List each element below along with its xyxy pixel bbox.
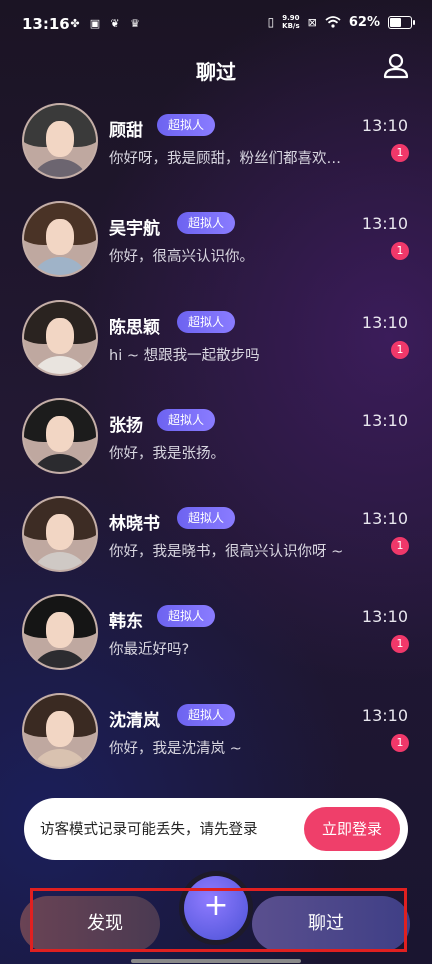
- ai-badge: 超拟人: [177, 703, 236, 726]
- avatar-face: [46, 612, 74, 649]
- conversation-row[interactable]: 林晓书 超拟人 13:10 你好，我是晓书，很高兴认识你呀 ~ 1: [0, 486, 432, 584]
- conversation-row[interactable]: 顾甜 超拟人 13:10 你好呀，我是顾甜，粉丝们都喜欢… 1: [0, 93, 432, 191]
- unread-badge: 1: [391, 340, 409, 359]
- profile-icon[interactable]: [382, 52, 410, 80]
- highlight-annotation: [30, 888, 407, 952]
- last-message: 你好呀，我是顾甜，粉丝们都喜欢…: [109, 151, 341, 167]
- leaf-icon: ❦: [110, 16, 120, 30]
- conversation-row[interactable]: 韩东 超拟人 13:10 你最近好吗? 1: [0, 584, 432, 682]
- contact-name: 沈清岚: [109, 710, 160, 731]
- contact-name: 顾甜: [109, 121, 143, 141]
- message-time: 13:10: [361, 214, 408, 234]
- last-message: 你好，我是张扬。: [109, 445, 225, 462]
- avatar-face: [46, 317, 74, 354]
- avatar-body: [30, 650, 90, 669]
- last-message: 你好，我是沈清岚 ~: [109, 740, 242, 757]
- message-time: 13:10: [361, 116, 408, 135]
- avatar-face: [46, 415, 74, 452]
- unread-badge: 1: [391, 635, 409, 654]
- avatar[interactable]: [22, 692, 98, 769]
- avatar[interactable]: [22, 594, 98, 671]
- ai-badge: 超拟人: [177, 212, 236, 235]
- message-time: 13:10: [361, 312, 408, 332]
- header: 聊过: [0, 52, 432, 88]
- conversation-row[interactable]: 沈清岚 超拟人 13:10 你好，我是沈清岚 ~ 1: [0, 683, 432, 781]
- conversation-list: 顾甜 超拟人 13:10 你好呀，我是顾甜，粉丝们都喜欢… 1 吴宇航 超拟人 …: [0, 93, 432, 781]
- avatar[interactable]: [22, 103, 98, 179]
- notification-icons: ✤ ▣ ❦ ♛: [68, 16, 142, 30]
- app-icon: ▣: [89, 16, 101, 30]
- unread-badge: 1: [391, 144, 409, 162]
- vibrate-icon: ▯: [267, 15, 275, 29]
- last-message: 你好，很高兴认识你。: [109, 249, 254, 266]
- battery-percent: 62%: [348, 14, 380, 30]
- ai-badge: 超拟人: [157, 114, 216, 136]
- message-time: 13:10: [361, 607, 408, 627]
- contact-name: 吴宇航: [109, 219, 160, 240]
- avatar-body: [30, 552, 90, 571]
- status-bar: 13:16 ✤ ▣ ❦ ♛ ▯ 9.90 KB/s ⊠ 62%: [0, 0, 432, 52]
- net-speed-value: 9.90: [282, 14, 300, 22]
- net-speed: 9.90 KB/s: [282, 14, 299, 30]
- avatar-face: [46, 514, 74, 551]
- contact-name: 韩东: [109, 612, 143, 633]
- avatar-body: [30, 355, 90, 374]
- guest-mode-toast: 访客模式记录可能丢失，请先登录 立即登录: [24, 798, 408, 860]
- wifi-icon: [325, 16, 341, 28]
- last-message: hi ~ 想跟我一起散步吗: [109, 347, 260, 364]
- conversation-row[interactable]: 吴宇航 超拟人 13:10 你好，很高兴认识你。 1: [0, 191, 432, 289]
- login-now-button[interactable]: 立即登录: [304, 807, 400, 851]
- ai-badge: 超拟人: [157, 605, 216, 628]
- conversation-row[interactable]: 陈思颖 超拟人 13:10 hi ~ 想跟我一起散步吗 1: [0, 290, 432, 388]
- message-time: 13:10: [361, 705, 408, 725]
- sim-icon: ⊠: [307, 15, 317, 29]
- ai-badge: 超拟人: [157, 408, 216, 431]
- avatar[interactable]: [22, 397, 98, 474]
- ai-badge: 超拟人: [177, 507, 236, 530]
- unread-badge: 1: [391, 242, 409, 261]
- message-time: 13:10: [361, 509, 408, 529]
- avatar[interactable]: [22, 496, 98, 573]
- last-message: 你好，我是晓书，很高兴认识你呀 ~: [109, 544, 344, 561]
- toast-text: 访客模式记录可能丢失，请先登录: [40, 822, 258, 838]
- last-message: 你最近好吗?: [109, 642, 190, 659]
- fan-icon: ✤: [70, 16, 80, 30]
- battery-icon: [388, 15, 415, 29]
- avatar-body: [30, 257, 90, 276]
- unread-badge: 1: [391, 537, 409, 556]
- page-title: 聊过: [196, 60, 236, 84]
- unread-badge: 1: [391, 733, 409, 752]
- home-indicator[interactable]: [131, 959, 301, 963]
- bottom-nav: 发现 聊过 +: [0, 860, 432, 964]
- avatar[interactable]: [22, 299, 98, 376]
- contact-name: 陈思颖: [109, 317, 160, 338]
- crown-icon: ♛: [130, 16, 140, 30]
- net-speed-unit: KB/s: [282, 22, 300, 30]
- contact-name: 林晓书: [109, 514, 160, 535]
- conversation-row[interactable]: 张扬 超拟人 13:10 你好，我是张扬。: [0, 388, 432, 486]
- avatar-face: [46, 710, 74, 747]
- status-right: ▯ 9.90 KB/s ⊠ 62%: [267, 14, 415, 30]
- message-time: 13:10: [361, 410, 408, 430]
- ai-badge: 超拟人: [177, 310, 236, 333]
- contact-name: 张扬: [109, 415, 143, 436]
- avatar-body: [30, 159, 90, 177]
- avatar-body: [30, 748, 90, 767]
- avatar-body: [30, 453, 90, 472]
- avatar[interactable]: [22, 201, 98, 278]
- status-time: 13:16: [22, 15, 70, 33]
- avatar-face: [46, 121, 74, 157]
- avatar-face: [46, 219, 74, 256]
- battery-level: [390, 17, 401, 27]
